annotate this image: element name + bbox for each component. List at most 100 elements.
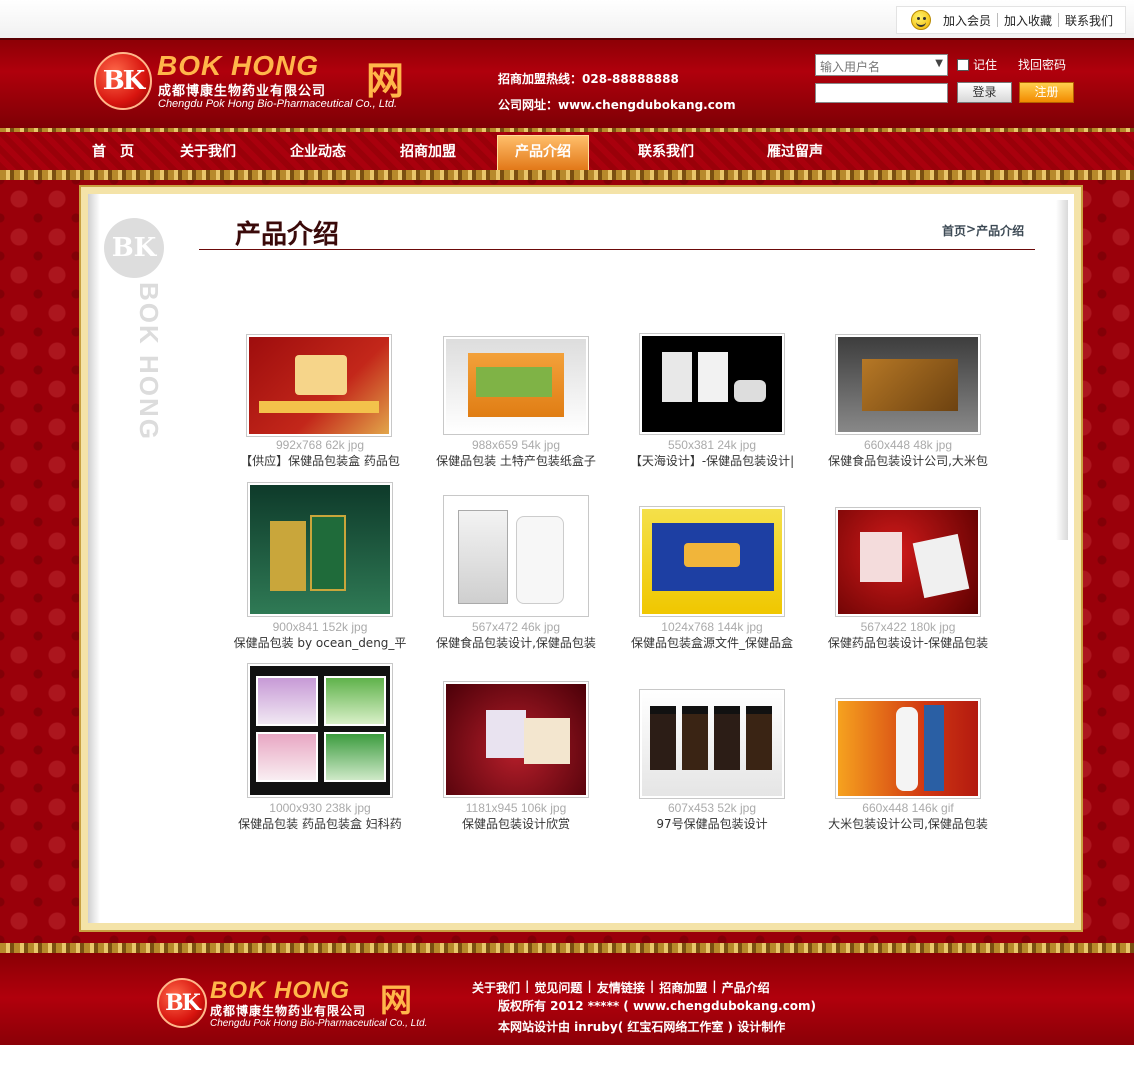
product-name[interactable]: 保健药品包装设计-保健品包装 [810,634,1006,651]
remember-checkbox[interactable] [957,58,969,71]
product-image [642,692,782,796]
nav-contact[interactable]: 联系我们 [628,132,704,170]
product-name[interactable]: 保健品包装 土特产包装纸盒子 [418,452,614,469]
breadcrumb-home[interactable]: 首页 [942,222,966,239]
footer-link-friends[interactable]: 友情链接 [597,979,645,996]
product-thumb[interactable] [639,506,785,617]
footer-link-products[interactable]: 产品介绍 [722,979,770,996]
product-thumb[interactable] [835,334,981,435]
remember-me[interactable]: 记住 [957,56,997,73]
copyright: 版权所有 2012 ***** ( www.chengdubokang.com) [498,999,817,1013]
logo-subtitle: Chengdu Pok Hong Bio-Pharmaceutical Co.,… [158,98,398,110]
product-meta: 1024x768 144k jpg [661,620,763,634]
login-button[interactable]: 登录 [957,82,1012,103]
footer-logo-en: BOK HONG [210,977,350,1004]
remember-label: 记住 [973,58,998,72]
footer-link-faq[interactable]: 觉见问题 [534,979,582,996]
nav-border-bottom [0,170,1134,180]
footer-logo-wang: 网 [380,981,413,1019]
product-thumb[interactable] [443,336,589,435]
page-title: 产品介绍 [235,220,340,250]
add-favorite-link[interactable]: 加入收藏 [998,12,1058,29]
product-meta: 988x659 54k jpg [471,438,561,452]
product-image [838,701,978,796]
breadcrumb: 首页 > 产品介绍 [942,222,1024,239]
footer-logo-subtitle: Chengdu Pok Hong Bio-Pharmaceutical Co.,… [210,1018,428,1029]
product-meta: 550x381 24k jpg [667,438,757,452]
product-name[interactable]: 【供应】保健品包装盒 药品包 [222,452,418,469]
product-name[interactable]: 保健品包装 by ocean_deng_平 [222,634,418,651]
logo-mark[interactable]: BK [94,52,152,110]
product-meta: 1181x945 106k jpg [465,801,567,815]
product-thumb[interactable] [247,663,393,798]
footer-link-about[interactable]: 关于我们 [472,979,520,996]
product-thumb[interactable] [443,681,589,798]
watermark-en: BOK HONG [134,282,164,441]
product-name[interactable]: 97号保健品包装设计 [614,815,810,832]
nav-news[interactable]: 企业动态 [280,132,356,170]
top-links: 加入会员 加入收藏 联系我们 [895,6,1126,34]
nav-franchise[interactable]: 招商加盟 [390,132,466,170]
hotline: 招商加盟热线：028-88888888 [498,72,679,86]
username-placeholder: 输入用户名 [820,60,881,74]
join-member-link[interactable]: 加入会员 [937,12,997,29]
product-thumb[interactable] [246,334,392,437]
product-meta: 567x472 46k jpg [471,620,561,634]
logo-cn: 成都博康生物药业有限公司 [158,84,327,99]
product-name[interactable]: 保健品包装盒源文件_保健品盒 [614,634,810,651]
product-image [249,337,389,434]
footer-logo-mark[interactable]: BK [157,978,207,1028]
product-name[interactable]: 保健品包装 药品包装盒 妇科药 [222,815,418,832]
chevron-down-icon: ▼ [935,58,943,69]
footer-link-franchise[interactable]: 招商加盟 [659,979,707,996]
product-meta: 567x422 180k jpg [860,620,956,634]
forgot-password-link[interactable]: 找回密码 [1018,56,1066,73]
product-meta: 607x453 52k jpg [667,801,757,815]
designer-credit: 本网站设计由 inruby( 红宝石网络工作室 ) 设计制作 [498,1020,786,1034]
nav-home[interactable]: 首 页 [84,132,142,170]
product-image [642,336,782,432]
website-address: 公司网址：www.chengdubokang.com [498,98,736,112]
breadcrumb-sep: > [966,222,977,236]
password-input[interactable] [815,83,948,103]
product-meta: 660x448 146k gif [862,801,954,815]
register-button[interactable]: 注册 [1019,82,1074,103]
title-divider [199,249,1035,250]
product-name[interactable]: 保健食品包装设计,保健品包装 [418,634,614,651]
page-bottom [0,1045,1134,1065]
product-image [250,666,390,795]
nav-about[interactable]: 关于我们 [170,132,246,170]
product-image [446,684,586,795]
product-thumb[interactable] [835,507,981,617]
product-thumb[interactable] [835,698,981,799]
product-name[interactable]: 保健品包装设计欣赏 [418,815,614,832]
product-image [446,498,586,614]
product-image [446,339,586,432]
scrollbar[interactable] [1056,200,1068,540]
smiley-icon [910,10,931,30]
nav-products[interactable]: 产品介绍 [497,135,589,170]
product-thumb[interactable] [443,495,589,617]
shade-left [88,194,100,923]
product-name[interactable]: 大米包装设计公司,保健品包装 [810,815,1006,832]
product-meta: 900x841 152k jpg [272,620,368,634]
product-meta: 992x768 62k jpg [275,438,365,452]
breadcrumb-current: 产品介绍 [976,224,1025,238]
main-nav: 首 页 关于我们 企业动态 招商加盟 产品介绍 联系我们 雁过留声 [0,132,1134,170]
footer-links: 关于我们 | 觉见问题 | 友情链接 | 招商加盟 | 产品介绍 [472,979,770,996]
contact-us-link[interactable]: 联系我们 [1059,12,1119,29]
watermark-logo: BK [104,218,164,278]
product-name[interactable]: 【天海设计】-保健品包装设计| [614,452,810,469]
logo-en: BOK HONG [157,50,319,81]
username-select[interactable]: 输入用户名 ▼ [815,54,948,76]
product-thumb[interactable] [639,689,785,799]
product-meta: 1000x930 238k jpg [269,801,371,815]
top-utility-bar: 加入会员 加入收藏 联系我们 [0,0,1134,38]
product-thumb[interactable] [639,333,785,435]
nav-guestbook[interactable]: 雁过留声 [757,132,833,170]
product-thumb[interactable] [247,482,393,617]
logo-wang: 网 [366,58,405,103]
product-image [250,485,390,614]
product-image [838,337,978,432]
product-name[interactable]: 保健食品包装设计公司,大米包 [810,452,1006,469]
